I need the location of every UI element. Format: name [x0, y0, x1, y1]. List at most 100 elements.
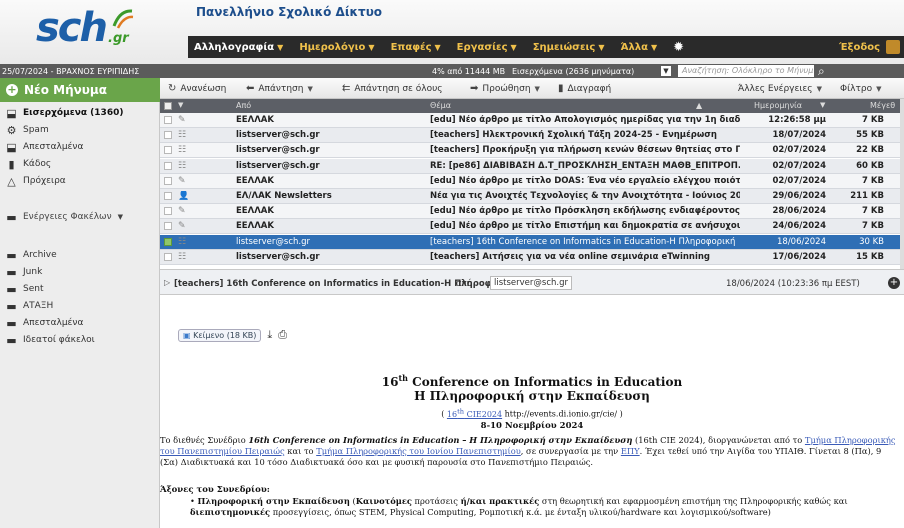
- message-toolbar: ↻ Ανανέωση ⬅ Απάντηση ▼ ⇇ Απάντηση σε όλους …: [160, 78, 904, 99]
- print-icon[interactable]: ⎙: [278, 328, 287, 342]
- message-from: ΕΕΛΛΑΚ: [236, 206, 274, 217]
- reply-icon: ⬅: [246, 83, 255, 94]
- message-row[interactable]: ☷ listserver@sch.gr [teachers] 16th Confer…: [160, 234, 904, 250]
- message-row[interactable]: ☷ listserver@sch.gr [teachers] Ηλεκτρονική…: [160, 128, 904, 144]
- folder-junk[interactable]: ▬ Junk: [0, 264, 160, 280]
- logout-link[interactable]: Έξοδος: [839, 42, 880, 53]
- nav-notes[interactable]: Σημειώσεις ▼: [533, 42, 605, 53]
- download-icon[interactable]: ⤓: [267, 328, 272, 342]
- folder-icon: ▬: [6, 299, 17, 313]
- row-checkbox[interactable]: [164, 176, 172, 185]
- search-icon[interactable]: ⌕: [818, 64, 825, 79]
- message-row[interactable]: ☷ listserver@sch.gr [teachers] Αιτήσεις γι…: [160, 249, 904, 265]
- header: sch .gr Πανελλήνιο Σχολικό Δίκτυο Αλληλο…: [0, 0, 904, 64]
- link-ionian[interactable]: Τμήμα Πληροφορικής του Ιονίου Πανεπιστημ…: [316, 446, 521, 456]
- filter-menu[interactable]: Φίλτρο ▼: [840, 81, 881, 96]
- folder-label: Κάδος: [23, 159, 52, 169]
- more-options-icon[interactable]: +: [888, 277, 900, 289]
- nav-more[interactable]: Άλλα ▼: [621, 42, 658, 53]
- message-from: ΕΕΛΛΑΚ: [236, 221, 274, 232]
- para-conference-name: 16th Conference on Informatics in Educat…: [248, 435, 633, 445]
- sent-icon: ⬓: [6, 140, 17, 154]
- attachment-item[interactable]: ▣ Κείμενο (18 KB): [178, 328, 262, 342]
- chevron-down-icon[interactable]: ▼: [820, 101, 825, 109]
- message-row[interactable]: ✎ ΕΕΛΛΑΚ [edu] Νέο άρθρο με τίτλο Απολογισ…: [160, 113, 904, 128]
- row-checkbox[interactable]: [164, 146, 172, 155]
- sort-up-icon[interactable]: ▲: [696, 101, 702, 110]
- row-checkbox[interactable]: [164, 252, 172, 261]
- message-subject: RE: [pe86] ΔΙΑΒΙΒΑΣΗ Δ.Τ_ΠΡΟΣΚΛΗΣΗ_ΕΝΤΑΞ…: [430, 160, 740, 171]
- message-row[interactable]: ☷ listserver@sch.gr RE: [pe86] ΔΙΑΒΙΒΑΣΗ Δ…: [160, 158, 904, 174]
- gear-icon[interactable]: ✹: [673, 40, 684, 55]
- column-size[interactable]: Μέγεθ: [870, 101, 895, 110]
- folder-inbox[interactable]: ⬓ Εισερχόμενα (1360): [0, 105, 160, 121]
- cie-link[interactable]: 16th CIE2024: [446, 407, 502, 419]
- row-checkbox[interactable]: [164, 161, 172, 170]
- filter-label: Φίλτρο: [840, 83, 873, 94]
- folder-virtual[interactable]: ▬ Ιδεατοί φάκελοι: [0, 332, 160, 348]
- message-date: 24/06/2024: [772, 221, 826, 232]
- folder-sent-user[interactable]: ▬ Sent: [0, 281, 160, 297]
- message-date: 29/06/2024: [772, 191, 826, 201]
- message-size: 7 KB: [862, 115, 884, 125]
- cie-number: 16: [446, 409, 458, 419]
- folder-actions-menu[interactable]: ▬ Ενέργειες Φακέλων ▼: [0, 209, 160, 225]
- chevron-down-icon: ▼: [651, 42, 658, 52]
- message-row[interactable]: ✎ ΕΕΛΛΑΚ [edu] Νέο άρθρο με τίτλο Πρόσκλησ…: [160, 204, 904, 220]
- folder-trash[interactable]: ▮ Κάδος: [0, 156, 160, 172]
- body-cie-line: ( 16th CIE2024 http://events.di.ionio.gr…: [160, 407, 904, 419]
- message-from: listserver@sch.gr: [236, 236, 310, 247]
- folder-sent[interactable]: ⬓ Απεσταλμένα: [0, 139, 160, 155]
- forward-button[interactable]: ➡ Προώθηση ▼: [470, 81, 540, 96]
- folder-spam[interactable]: ⚙ Spam: [0, 122, 160, 138]
- chevron-down-icon[interactable]: ▼: [178, 101, 183, 109]
- message-from: listserver@sch.gr: [236, 145, 320, 156]
- folder-ataxi[interactable]: ▬ ΑΤΑΞΗ: [0, 298, 160, 314]
- compose-button[interactable]: + Νέο Μήνυμα: [0, 78, 160, 102]
- chevron-down-icon: ▼: [434, 42, 441, 52]
- expand-icon[interactable]: ▷: [164, 278, 170, 287]
- other-actions-menu[interactable]: Άλλες Ενέργειες ▼: [738, 81, 822, 96]
- para-text: , σε συνεργασία με την: [520, 446, 621, 456]
- message-subject: [edu] Νέο άρθρο με τίτλο Απολογισμός ημε…: [430, 115, 740, 125]
- row-checkbox[interactable]: [164, 237, 172, 246]
- select-all-checkbox[interactable]: [164, 102, 172, 110]
- folder-sent-2[interactable]: ▬ Απεσταλμένα: [0, 315, 160, 331]
- body-title: 16th Conference on Informatics in Educat…: [160, 373, 904, 389]
- message-row[interactable]: ✎ ΕΕΛΛΑΚ [edu] Νέο άρθρο με τίτλο Επιστήμη…: [160, 219, 904, 235]
- search-scope-dropdown[interactable]: ▼: [661, 66, 671, 76]
- nav-mail[interactable]: Αλληλογραφία ▼: [194, 42, 283, 53]
- refresh-button[interactable]: ↻ Ανανέωση: [168, 81, 226, 96]
- folder-drafts[interactable]: △ Πρόχειρα: [0, 173, 160, 189]
- inbox-icon: ⬓: [6, 106, 17, 120]
- row-checkbox[interactable]: [164, 207, 172, 216]
- folder-archive[interactable]: ▬ Archive: [0, 247, 160, 263]
- reply-all-button[interactable]: ⇇ Απάντηση σε όλους: [342, 81, 443, 96]
- reply-button[interactable]: ⬅ Απάντηση ▼: [246, 81, 313, 96]
- sch-logo[interactable]: sch .gr: [36, 6, 134, 48]
- logout-icon[interactable]: [886, 40, 900, 54]
- row-checkbox[interactable]: [164, 222, 172, 231]
- search-input[interactable]: Αναζήτηση: Ολόκληρο το Μήνυμ: [678, 65, 814, 77]
- delete-button[interactable]: ▮ Διαγραφή: [558, 81, 611, 96]
- message-row[interactable]: ☷ listserver@sch.gr [teachers] Προκήρυξη γ…: [160, 143, 904, 159]
- row-checkbox[interactable]: [164, 116, 172, 124]
- bullet-text: προσεγγίσεις, όπως STEM, Physical Comput…: [270, 507, 771, 517]
- para-text: και το: [284, 446, 317, 456]
- message-from: listserver@sch.gr: [236, 160, 320, 171]
- nav-contacts[interactable]: Επαφές ▼: [391, 42, 441, 53]
- row-checkbox[interactable]: [164, 131, 172, 140]
- message-size: 7 KB: [862, 221, 884, 232]
- link-epy[interactable]: ΕΠΥ: [621, 446, 640, 456]
- folder-label: Sent: [23, 284, 44, 294]
- row-checkbox[interactable]: [164, 192, 172, 200]
- column-subject[interactable]: Θέμα: [430, 101, 451, 110]
- column-date[interactable]: Ημερομηνία: [754, 101, 802, 110]
- column-from[interactable]: Από: [236, 101, 251, 110]
- list-scrollbar[interactable]: [900, 99, 904, 269]
- message-row[interactable]: 👤 ΕΛ/ΛΑΚ Newsletters Νέα για τις Ανοιχτές …: [160, 189, 904, 204]
- message-row[interactable]: ✎ ΕΕΛΛΑΚ [edu] Νέο άρθρο με τίτλο DOAS: Έν…: [160, 173, 904, 189]
- nav-tasks[interactable]: Εργασίες ▼: [457, 42, 517, 53]
- nav-calendar[interactable]: Ημερολόγιο ▼: [299, 42, 374, 53]
- preview-from-address[interactable]: listserver@sch.gr: [490, 276, 572, 290]
